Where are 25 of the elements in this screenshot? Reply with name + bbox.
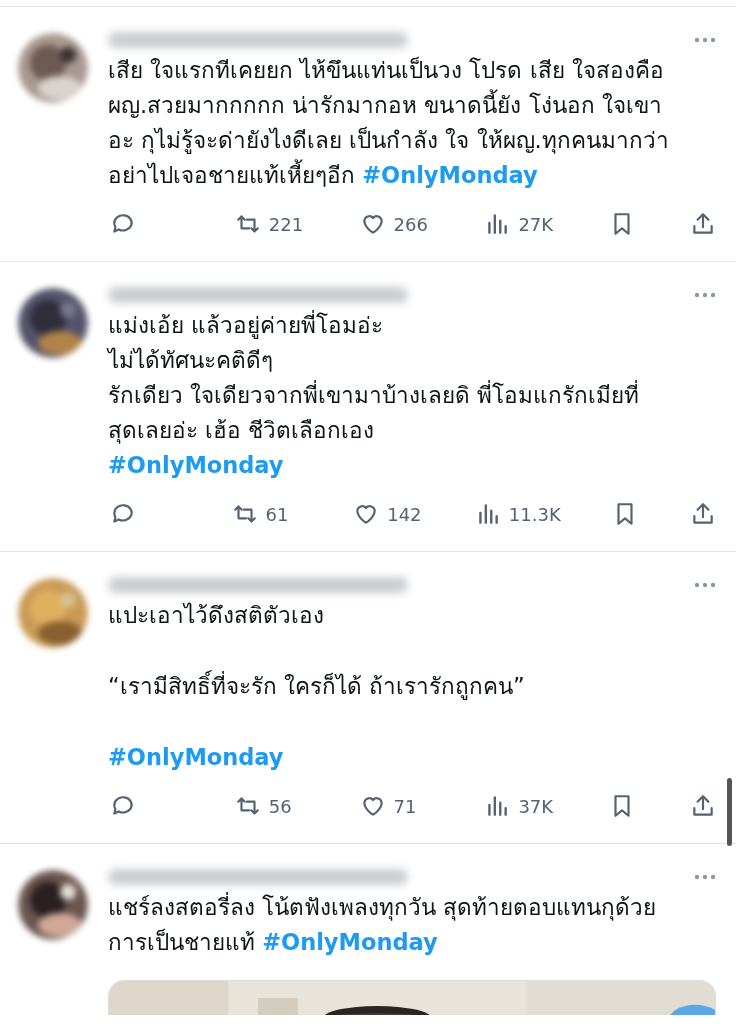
retweet-count: 221 [268, 213, 304, 235]
hashtag-link[interactable]: #OnlyMonday [108, 744, 284, 770]
tweet-text: ผญ.สวยมากกกกก น่ารักมากอห ขนาดนี้ยัง โง่นอก ใจเขา [108, 88, 716, 123]
view-count: 27K [518, 213, 554, 235]
hashtag-link[interactable]: #OnlyMonday [362, 162, 538, 188]
tweet-text: อย่าไปเจอชายแท้เหี้ยๆอีก #OnlyMonday [108, 158, 716, 193]
tweet-text: แชร์ลงสตอรี่ลง โน้ตฟังเพลงทุกวัน สุดท้ายตอบแทนกุด้วย [108, 891, 658, 923]
like-count: 142 [387, 503, 422, 525]
tweet-text: การเป็นชายแท้ #OnlyMonday [108, 927, 439, 957]
tweet-text: อะ กุไม่รู้จะด่ายังไงดีเลย เป็นกำลัง ใจ ให้ผญ.ทุกคนมากว่า [108, 125, 670, 156]
like-count: 71 [393, 795, 417, 817]
like-count: 266 [393, 213, 428, 235]
view-count: 11.3K [508, 503, 561, 525]
tweet-text: รักเดียว ใจเดียวจากพี่เขามาบ้างเลยดิ พี่โอมแกรักเมียที่ [108, 379, 641, 410]
retweet-count: 61 [265, 503, 289, 525]
hashtag-link[interactable]: #OnlyMonday [108, 452, 284, 478]
tweet-text: แปะเอาไว้ดึงสติตัวเอง [108, 601, 325, 630]
tweet-text: ไม่ได้ทัศนะคติดีๆ [108, 346, 274, 375]
retweet-count: 56 [268, 795, 292, 817]
hashtag-link[interactable]: #OnlyMonday [262, 929, 438, 955]
tweet-text: เสีย ใจแรกทีเคยยก ไห้ขึนแท่นเป็นวง โปรด เสีย ใจสองคือ [108, 55, 665, 85]
tweet-text: “เรามีสิทธิ์ที่จะรัก ใครก็ได้ ถ้าเรารักถูกคน” [108, 669, 716, 704]
view-count: 37K [518, 795, 554, 817]
tweet-text: แม่งเอ้ย แล้วอยู่ค่ายพี่โอมอ่ะ [108, 309, 385, 341]
tweet-text: สุดเลยอ่ะ เฮ้อ ชีวิตเลือกเอง [108, 416, 376, 446]
